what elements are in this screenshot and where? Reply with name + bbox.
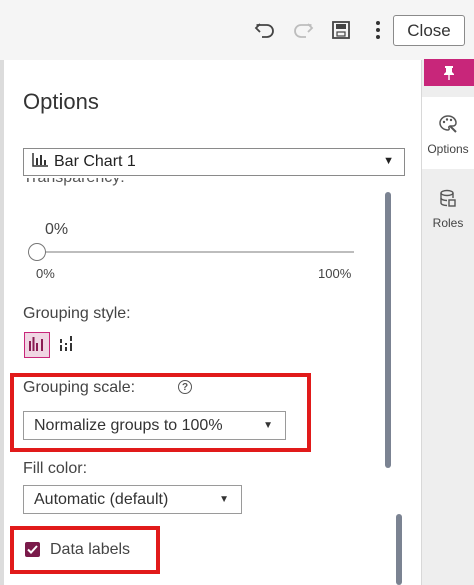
panel-edge [0, 60, 4, 585]
transparency-value: 0% [45, 221, 69, 238]
pin-icon[interactable] [424, 59, 474, 86]
object-select[interactable]: Bar Chart 1 ▼ [23, 148, 405, 176]
panel-title: Options [23, 89, 99, 114]
undo-icon[interactable] [251, 16, 279, 44]
options-icon [437, 113, 459, 138]
highlight-box-data-labels [10, 526, 160, 574]
slider-min-label: 0% [36, 266, 55, 281]
clustered-bars-button[interactable] [24, 332, 50, 358]
rail-label-roles: Roles [432, 216, 464, 230]
fill-color-label: Fill color: [23, 460, 88, 477]
transparency-slider-thumb[interactable] [28, 243, 46, 261]
stacked-bars-icon [58, 335, 76, 356]
highlight-box-grouping-scale [10, 373, 311, 452]
more-icon[interactable] [364, 16, 392, 44]
object-select-value: Bar Chart 1 [54, 153, 136, 170]
transparency-slider-track[interactable] [37, 251, 354, 253]
transparency-label: Transparency: [23, 178, 383, 192]
fill-color-dropdown[interactable]: Automatic (default) ▼ [23, 485, 242, 514]
rail-label-options: Options [427, 142, 469, 156]
toolbar: Close [0, 0, 474, 60]
redo-icon[interactable] [289, 16, 317, 44]
grouping-style-label: Grouping style: [23, 305, 131, 322]
outer-scrollbar-thumb[interactable] [396, 514, 402, 585]
chevron-down-icon: ▼ [383, 155, 394, 167]
save-icon[interactable] [327, 16, 355, 44]
slider-max-label: 100% [318, 266, 352, 281]
scrollbar-thumb[interactable] [385, 192, 391, 468]
chevron-down-icon: ▼ [219, 494, 229, 505]
roles-icon [439, 189, 457, 212]
bar-chart-icon [32, 152, 48, 172]
rail-tab-options[interactable]: Options [422, 97, 474, 169]
close-button[interactable]: Close [393, 15, 465, 46]
fill-color-value: Automatic (default) [34, 490, 169, 508]
rail-tab-roles[interactable]: Roles [422, 183, 474, 243]
clustered-bars-icon [28, 335, 46, 356]
stacked-bars-button[interactable] [54, 332, 80, 358]
